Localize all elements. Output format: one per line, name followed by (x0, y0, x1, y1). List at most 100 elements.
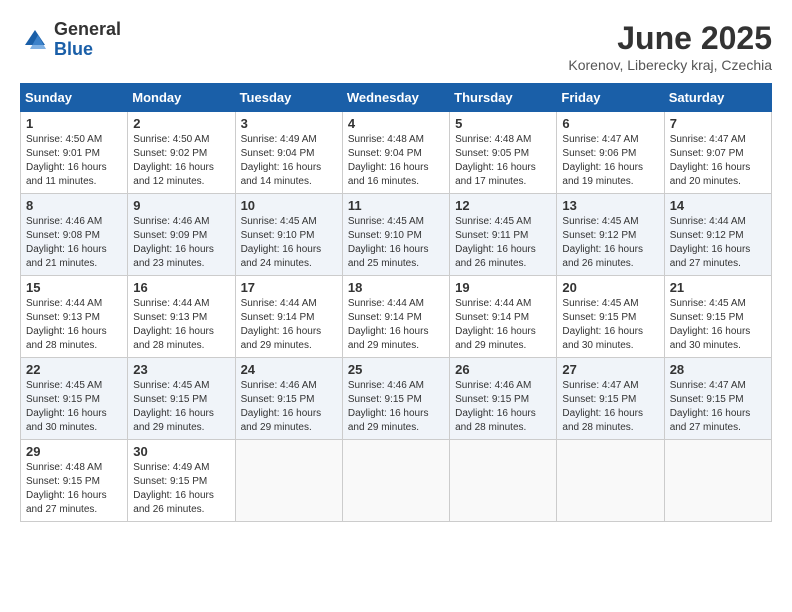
day-info: Sunrise: 4:48 AM Sunset: 9:05 PM Dayligh… (455, 133, 551, 189)
calendar-week-row: 15 Sunrise: 4:44 AM Sunset: 9:13 PM Dayli… (21, 276, 772, 358)
calendar-table: Sunday Monday Tuesday Wednesday Thursday… (20, 83, 772, 522)
day-info: Sunrise: 4:50 AM Sunset: 9:02 PM Dayligh… (133, 133, 229, 189)
col-monday: Monday (128, 84, 235, 112)
day-info: Sunrise: 4:46 AM Sunset: 9:09 PM Dayligh… (133, 215, 229, 271)
location-subtitle: Korenov, Liberecky kraj, Czechia (568, 57, 772, 73)
calendar-week-row: 29 Sunrise: 4:48 AM Sunset: 9:15 PM Dayli… (21, 440, 772, 522)
day-info: Sunrise: 4:44 AM Sunset: 9:14 PM Dayligh… (348, 297, 444, 353)
calendar-cell: 8Sunrise: 4:46 AM Sunset: 9:08 PM Daylig… (21, 194, 128, 276)
day-number: 24 (241, 362, 337, 377)
calendar-header-row: Sunday Monday Tuesday Wednesday Thursday… (21, 84, 772, 112)
calendar-cell: 23Sunrise: 4:45 AM Sunset: 9:15 PM Dayli… (128, 358, 235, 440)
calendar-cell (664, 440, 771, 522)
day-number: 18 (348, 280, 444, 295)
day-number: 29 (26, 444, 122, 459)
day-number: 4 (348, 116, 444, 131)
calendar-cell: 5Sunrise: 4:48 AM Sunset: 9:05 PM Daylig… (450, 112, 557, 194)
calendar-week-row: 8Sunrise: 4:46 AM Sunset: 9:08 PM Daylig… (21, 194, 772, 276)
calendar-cell: 15 Sunrise: 4:44 AM Sunset: 9:13 PM Dayli… (21, 276, 128, 358)
col-wednesday: Wednesday (342, 84, 449, 112)
day-info: Sunrise: 4:45 AM Sunset: 9:15 PM Dayligh… (562, 297, 658, 353)
day-info: Sunrise: 4:44 AM Sunset: 9:13 PM Dayligh… (26, 297, 122, 353)
day-number: 6 (562, 116, 658, 131)
day-number: 21 (670, 280, 766, 295)
logo: General Blue (20, 20, 121, 60)
calendar-cell: 22 Sunrise: 4:45 AM Sunset: 9:15 PM Dayli… (21, 358, 128, 440)
day-info: Sunrise: 4:46 AM Sunset: 9:15 PM Dayligh… (348, 379, 444, 435)
day-number: 7 (670, 116, 766, 131)
calendar-cell: 11 Sunrise: 4:45 AM Sunset: 9:10 PM Dayli… (342, 194, 449, 276)
calendar-cell: 16Sunrise: 4:44 AM Sunset: 9:13 PM Dayli… (128, 276, 235, 358)
day-info: Sunrise: 4:44 AM Sunset: 9:14 PM Dayligh… (241, 297, 337, 353)
calendar-cell: 26 Sunrise: 4:46 AM Sunset: 9:15 PM Dayli… (450, 358, 557, 440)
day-info: Sunrise: 4:45 AM Sunset: 9:10 PM Dayligh… (241, 215, 337, 271)
calendar-cell: 19 Sunrise: 4:44 AM Sunset: 9:14 PM Dayli… (450, 276, 557, 358)
calendar-week-row: 1Sunrise: 4:50 AM Sunset: 9:01 PM Daylig… (21, 112, 772, 194)
logo-general-text: General (54, 20, 121, 40)
col-thursday: Thursday (450, 84, 557, 112)
calendar-cell: 20Sunrise: 4:45 AM Sunset: 9:15 PM Dayli… (557, 276, 664, 358)
calendar-cell: 9 Sunrise: 4:46 AM Sunset: 9:09 PM Daylig… (128, 194, 235, 276)
calendar-cell: 27Sunrise: 4:47 AM Sunset: 9:15 PM Dayli… (557, 358, 664, 440)
day-number: 22 (26, 362, 122, 377)
day-info: Sunrise: 4:45 AM Sunset: 9:15 PM Dayligh… (26, 379, 122, 435)
logo-icon (20, 25, 50, 55)
calendar-cell: 3 Sunrise: 4:49 AM Sunset: 9:04 PM Daylig… (235, 112, 342, 194)
col-tuesday: Tuesday (235, 84, 342, 112)
calendar-cell: 2 Sunrise: 4:50 AM Sunset: 9:02 PM Daylig… (128, 112, 235, 194)
calendar-cell: 29 Sunrise: 4:48 AM Sunset: 9:15 PM Dayli… (21, 440, 128, 522)
day-number: 15 (26, 280, 122, 295)
day-number: 9 (133, 198, 229, 213)
calendar-cell: 18 Sunrise: 4:44 AM Sunset: 9:14 PM Dayli… (342, 276, 449, 358)
month-title: June 2025 (568, 20, 772, 57)
col-saturday: Saturday (664, 84, 771, 112)
calendar-cell: 1Sunrise: 4:50 AM Sunset: 9:01 PM Daylig… (21, 112, 128, 194)
calendar-cell: 30 Sunrise: 4:49 AM Sunset: 9:15 PM Dayli… (128, 440, 235, 522)
calendar-cell (235, 440, 342, 522)
logo-text: General Blue (54, 20, 121, 60)
day-number: 16 (133, 280, 229, 295)
day-number: 19 (455, 280, 551, 295)
day-info: Sunrise: 4:45 AM Sunset: 9:11 PM Dayligh… (455, 215, 551, 271)
day-info: Sunrise: 4:49 AM Sunset: 9:04 PM Dayligh… (241, 133, 337, 189)
day-number: 10 (241, 198, 337, 213)
day-info: Sunrise: 4:48 AM Sunset: 9:15 PM Dayligh… (26, 461, 122, 517)
day-info: Sunrise: 4:47 AM Sunset: 9:06 PM Dayligh… (562, 133, 658, 189)
calendar-cell: 12Sunrise: 4:45 AM Sunset: 9:11 PM Dayli… (450, 194, 557, 276)
day-number: 3 (241, 116, 337, 131)
day-info: Sunrise: 4:47 AM Sunset: 9:07 PM Dayligh… (670, 133, 766, 189)
calendar-cell: 28Sunrise: 4:47 AM Sunset: 9:15 PM Dayli… (664, 358, 771, 440)
calendar-cell: 25Sunrise: 4:46 AM Sunset: 9:15 PM Dayli… (342, 358, 449, 440)
day-info: Sunrise: 4:49 AM Sunset: 9:15 PM Dayligh… (133, 461, 229, 517)
page-header: General Blue June 2025 Korenov, Libereck… (20, 20, 772, 73)
calendar-week-row: 22 Sunrise: 4:45 AM Sunset: 9:15 PM Dayli… (21, 358, 772, 440)
day-number: 28 (670, 362, 766, 377)
col-friday: Friday (557, 84, 664, 112)
day-number: 27 (562, 362, 658, 377)
day-info: Sunrise: 4:44 AM Sunset: 9:12 PM Dayligh… (670, 215, 766, 271)
day-number: 11 (348, 198, 444, 213)
day-info: Sunrise: 4:46 AM Sunset: 9:15 PM Dayligh… (455, 379, 551, 435)
day-info: Sunrise: 4:45 AM Sunset: 9:10 PM Dayligh… (348, 215, 444, 271)
calendar-cell: 21 Sunrise: 4:45 AM Sunset: 9:15 PM Dayli… (664, 276, 771, 358)
col-sunday: Sunday (21, 84, 128, 112)
calendar-cell: 7 Sunrise: 4:47 AM Sunset: 9:07 PM Daylig… (664, 112, 771, 194)
day-number: 23 (133, 362, 229, 377)
calendar-cell: 13Sunrise: 4:45 AM Sunset: 9:12 PM Dayli… (557, 194, 664, 276)
title-block: June 2025 Korenov, Liberecky kraj, Czech… (568, 20, 772, 73)
day-number: 26 (455, 362, 551, 377)
calendar-cell (450, 440, 557, 522)
day-info: Sunrise: 4:48 AM Sunset: 9:04 PM Dayligh… (348, 133, 444, 189)
day-number: 2 (133, 116, 229, 131)
calendar-cell: 17Sunrise: 4:44 AM Sunset: 9:14 PM Dayli… (235, 276, 342, 358)
calendar-cell: 4 Sunrise: 4:48 AM Sunset: 9:04 PM Daylig… (342, 112, 449, 194)
day-number: 30 (133, 444, 229, 459)
calendar-cell: 6 Sunrise: 4:47 AM Sunset: 9:06 PM Daylig… (557, 112, 664, 194)
calendar-cell (342, 440, 449, 522)
day-info: Sunrise: 4:45 AM Sunset: 9:15 PM Dayligh… (670, 297, 766, 353)
day-info: Sunrise: 4:44 AM Sunset: 9:14 PM Dayligh… (455, 297, 551, 353)
day-number: 13 (562, 198, 658, 213)
day-info: Sunrise: 4:46 AM Sunset: 9:08 PM Dayligh… (26, 215, 122, 271)
logo-blue-text: Blue (54, 40, 121, 60)
calendar-cell: 10 Sunrise: 4:45 AM Sunset: 9:10 PM Dayli… (235, 194, 342, 276)
